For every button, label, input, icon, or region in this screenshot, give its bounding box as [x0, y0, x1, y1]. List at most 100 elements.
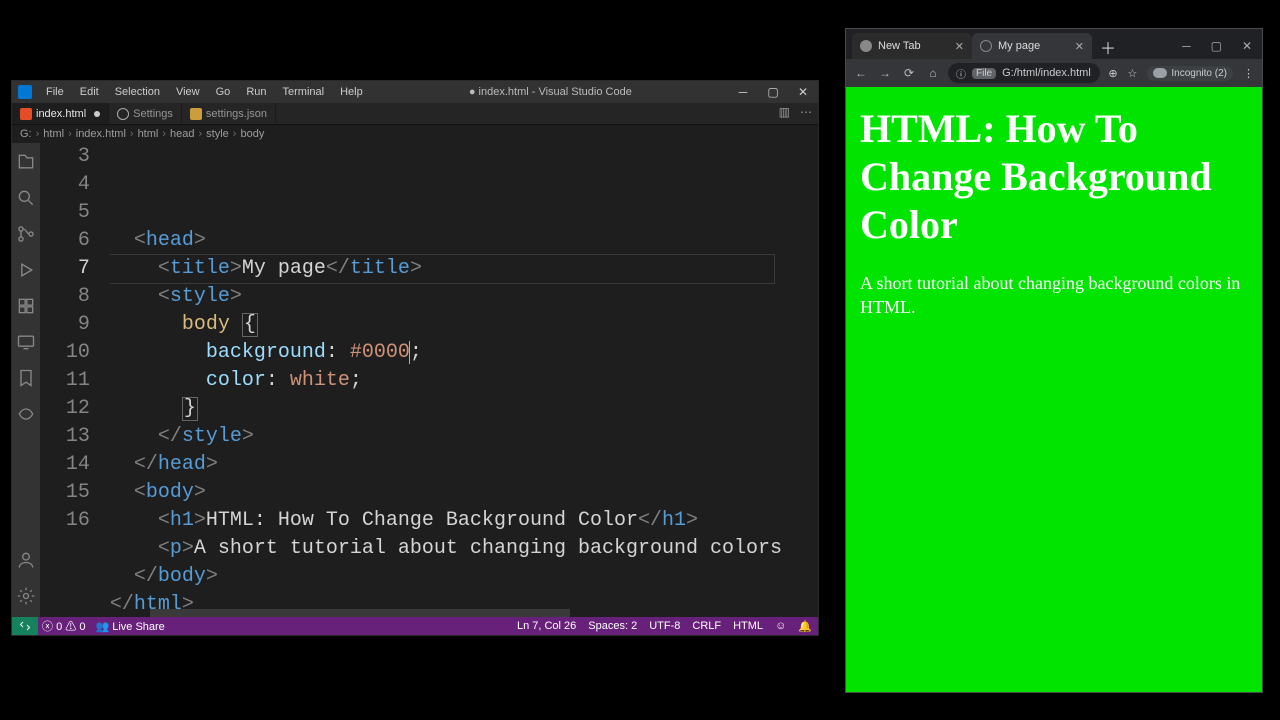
browser-close-button[interactable]: ✕ [1242, 39, 1252, 53]
code-editor[interactable]: 345678910111213141516 <head> <title>My p… [40, 143, 818, 617]
status-indentation[interactable]: Spaces: 2 [588, 620, 637, 632]
code-line[interactable]: <head> [110, 227, 782, 255]
status-feedback-icon[interactable]: ☺ [775, 620, 786, 632]
editor-tab[interactable]: Settings [109, 103, 182, 124]
gear-file-icon [117, 108, 129, 120]
favicon-icon [860, 40, 872, 52]
code-line[interactable]: </body> [110, 563, 782, 591]
code-line[interactable]: color: white; [110, 367, 782, 395]
site-info-icon[interactable]: ⓘ [956, 66, 966, 81]
incognito-icon [1153, 68, 1167, 78]
minimap[interactable] [782, 143, 818, 617]
browser-tabstrip: New Tab✕My page✕ ＋ ─ ▢ ✕ [846, 29, 1262, 59]
code-area[interactable]: <head> <title>My page</title> <style> bo… [110, 143, 782, 617]
menu-terminal[interactable]: Terminal [279, 84, 329, 100]
code-line[interactable]: </style> [110, 423, 782, 451]
horizontal-scrollbar[interactable] [150, 609, 570, 617]
address-bar[interactable]: ⓘ File G:/html/index.html [948, 63, 1100, 83]
bookmark-icon[interactable] [15, 367, 37, 389]
nav-home-icon[interactable]: ⌂ [926, 66, 940, 80]
manage-gear-icon[interactable] [15, 585, 37, 607]
breadcrumb-segment[interactable]: G: [20, 128, 32, 140]
breadcrumb-segment[interactable]: html [43, 128, 64, 140]
split-editor-icon[interactable]: ▥ [779, 105, 790, 119]
vscode-window-title: ● index.html - Visual Studio Code [367, 86, 734, 98]
nav-back-icon[interactable]: ← [854, 66, 868, 80]
browser-tab[interactable]: New Tab ✕ [852, 33, 972, 59]
remote-explorer-icon[interactable] [15, 331, 37, 353]
breadcrumb-segment[interactable]: body [240, 128, 264, 140]
html-file-icon [20, 108, 32, 120]
breadcrumb[interactable]: G:›html›index.html›html›head›style›body [12, 125, 818, 143]
page-heading: HTML: How To Change Background Color [860, 105, 1248, 249]
tab-label: settings.json [206, 108, 267, 120]
source-control-icon[interactable] [15, 223, 37, 245]
status-bar: ⓧ 0 ⚠ 0 👥 Live Share Ln 7, Col 26 Spaces… [12, 617, 818, 635]
search-in-page-icon[interactable]: ⊕ [1108, 67, 1117, 80]
extensions-icon[interactable] [15, 295, 37, 317]
close-button[interactable]: ✕ [794, 85, 812, 99]
menu-go[interactable]: Go [212, 84, 235, 100]
dirty-indicator-icon [94, 111, 100, 117]
live-share-icon[interactable] [15, 403, 37, 425]
favicon-icon [980, 40, 992, 52]
status-encoding[interactable]: UTF-8 [649, 620, 680, 632]
vscode-titlebar[interactable]: File Edit Selection View Go Run Terminal Help ●… [12, 81, 818, 103]
menu-view[interactable]: View [172, 84, 204, 100]
code-line[interactable]: <p>A short tutorial about changing backg… [110, 535, 782, 563]
nav-forward-icon[interactable]: → [878, 66, 892, 80]
browser-menu-icon[interactable]: ⋮ [1243, 67, 1254, 80]
menu-help[interactable]: Help [336, 84, 367, 100]
close-tab-icon[interactable]: ✕ [1075, 40, 1084, 53]
code-line[interactable]: body { [110, 311, 782, 339]
editor-tabstrip: index.html Settings settings.json [12, 103, 818, 125]
code-line[interactable]: <body> [110, 479, 782, 507]
url-scheme: File [972, 68, 996, 79]
status-eol[interactable]: CRLF [692, 620, 721, 632]
menu-file[interactable]: File [42, 84, 68, 100]
run-debug-icon[interactable] [15, 259, 37, 281]
browser-tab-label: New Tab [878, 40, 921, 52]
menu-selection[interactable]: Selection [111, 84, 164, 100]
browser-tab[interactable]: My page✕ [972, 33, 1092, 59]
editor-tab[interactable]: settings.json [182, 103, 276, 124]
search-icon[interactable] [15, 187, 37, 209]
status-live-share[interactable]: 👥 Live Share [95, 620, 164, 633]
status-language[interactable]: HTML [733, 620, 763, 632]
menu-edit[interactable]: Edit [76, 84, 103, 100]
bookmark-star-icon[interactable]: ☆ [1128, 67, 1138, 80]
maximize-button[interactable]: ▢ [764, 85, 782, 99]
status-cursor-position[interactable]: Ln 7, Col 26 [517, 620, 576, 632]
browser-minimize-button[interactable]: ─ [1182, 39, 1191, 53]
new-tab-button[interactable]: ＋ [1096, 35, 1120, 59]
status-problems[interactable]: ⓧ 0 ⚠ 0 [42, 618, 85, 634]
status-notifications-icon[interactable]: 🔔 [798, 620, 812, 633]
code-line[interactable]: background: #0000; [110, 339, 782, 367]
close-tab-icon[interactable]: ✕ [955, 40, 964, 53]
vscode-menubar: File Edit Selection View Go Run Terminal Help [38, 84, 367, 100]
explorer-icon[interactable] [15, 151, 37, 173]
editor-tab[interactable]: index.html [12, 103, 109, 124]
browser-maximize-button[interactable]: ▢ [1211, 39, 1222, 53]
more-actions-icon[interactable]: ⋯ [800, 105, 812, 119]
code-line[interactable]: } [110, 395, 782, 423]
code-line[interactable]: <style> [110, 283, 782, 311]
breadcrumb-segment[interactable]: html [138, 128, 159, 140]
tab-label: Settings [133, 108, 173, 120]
browser-viewport: HTML: How To Change Background Color A s… [846, 87, 1262, 692]
minimize-button[interactable]: ─ [734, 85, 752, 99]
url-text: G:/html/index.html [1002, 67, 1091, 79]
code-line[interactable]: </head> [110, 451, 782, 479]
remote-indicator[interactable] [12, 617, 38, 635]
nav-reload-icon[interactable]: ⟳ [902, 66, 916, 80]
code-line[interactable]: <h1>HTML: How To Change Background Color… [110, 507, 782, 535]
tab-label: index.html [36, 108, 86, 120]
accounts-icon[interactable] [15, 549, 37, 571]
browser-toolbar: ← → ⟳ ⌂ ⓘ File G:/html/index.html ⊕ ☆ In… [846, 59, 1262, 87]
breadcrumb-segment[interactable]: head [170, 128, 194, 140]
breadcrumb-segment[interactable]: index.html [76, 128, 126, 140]
code-line[interactable]: <title>My page</title> [110, 255, 782, 283]
breadcrumb-segment[interactable]: style [206, 128, 229, 140]
incognito-indicator[interactable]: Incognito (2) [1147, 66, 1233, 81]
menu-run[interactable]: Run [242, 84, 270, 100]
